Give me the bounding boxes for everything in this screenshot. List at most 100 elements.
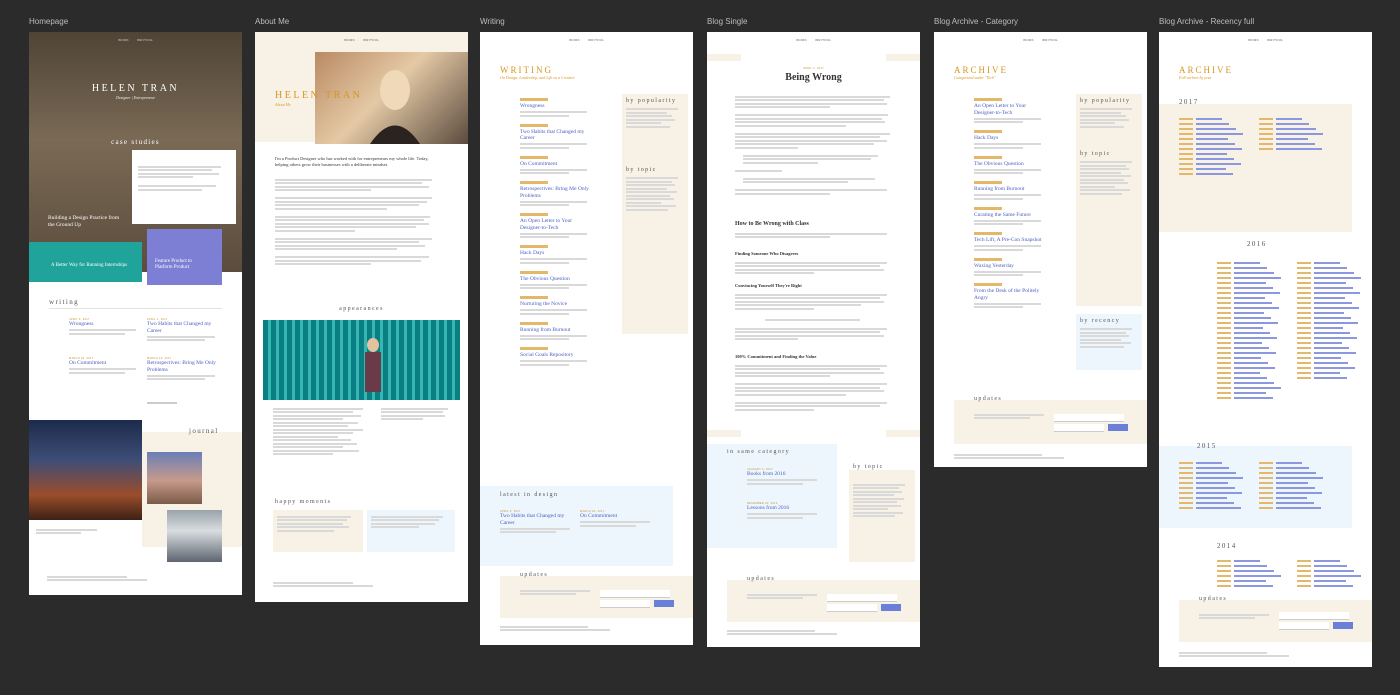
nav-work[interactable]: WORK	[1248, 38, 1259, 42]
same-category-heading: in same category	[727, 449, 791, 455]
post-item[interactable]: From the Desk of the Politely Angry	[974, 283, 1044, 308]
year-2015-list-left	[1179, 460, 1249, 510]
archive-row[interactable]	[1297, 583, 1367, 588]
home-post-1[interactable]: APRIL 6, 2017 Wrongness	[69, 318, 139, 336]
post-date	[974, 257, 1002, 261]
case-studies-heading: case studies	[111, 138, 160, 146]
year-2016-list-right	[1297, 260, 1367, 380]
nav-writing[interactable]: WRITING	[815, 38, 831, 42]
post-title: Curating the Same Future	[974, 211, 1031, 218]
home-post-2[interactable]: APRIL 1, 2017 Two Habits that Changed my …	[147, 318, 219, 343]
related-post-2[interactable]: DECEMBER 29, 2016 Lessons from 2016	[747, 502, 817, 520]
post-item[interactable]: Retrospectives: Bring Me Only Problems	[520, 181, 590, 206]
nav-work[interactable]: WORK	[344, 38, 355, 42]
nav-work[interactable]: WORK	[118, 38, 129, 42]
nav-writing[interactable]: WRITING	[137, 38, 153, 42]
archive-row[interactable]	[1297, 375, 1367, 380]
post-item[interactable]: Tech Lift, A Pre-Con Snapshot	[974, 232, 1044, 251]
name-field[interactable]	[600, 600, 650, 608]
label-homepage: Homepage	[29, 17, 69, 26]
email-field[interactable]	[1054, 414, 1124, 422]
nav-work[interactable]: WORK	[1023, 38, 1034, 42]
view-all-link[interactable]	[147, 402, 177, 404]
nav-writing[interactable]: WRITING	[1042, 38, 1058, 42]
topic-heading: by topic	[626, 167, 657, 173]
case-study-image-3[interactable]: Feature Product to Platform Product	[147, 229, 222, 285]
post-item[interactable]: Curating the Same Future	[974, 206, 1044, 225]
next-post-bottom[interactable]	[886, 430, 920, 437]
name-field[interactable]	[827, 604, 877, 612]
nav-work[interactable]: WORK	[569, 38, 580, 42]
post-item[interactable]: An Open Letter to Your Designer-to-Tech	[974, 98, 1044, 123]
latest-post-2[interactable]: MARCH 24, 2017 On Commitment	[580, 510, 650, 528]
name-field[interactable]	[1054, 424, 1104, 432]
post-item[interactable]: Wrongness	[520, 98, 590, 117]
updates-heading: updates	[520, 572, 549, 578]
archive-row[interactable]	[1259, 146, 1329, 151]
post-item[interactable]: Hack Days	[520, 245, 590, 264]
year-2017-section: 2017	[1159, 98, 1352, 232]
writing-subtitle: On Design, Leadership, and Life as a Cre…	[500, 75, 575, 80]
top-nav: WORK WRITING	[29, 38, 242, 42]
post-item[interactable]: On Commitment	[520, 155, 590, 174]
post-date	[974, 98, 1002, 101]
journal-photo-1[interactable]	[29, 420, 142, 520]
post-item[interactable]: Social Goals Repository	[520, 347, 590, 366]
post-item[interactable]: Nurturing the Novice	[520, 296, 590, 315]
subscribe-button[interactable]	[1108, 424, 1128, 431]
post-item[interactable]: Waxing Yesterday	[974, 257, 1044, 276]
post-item[interactable]: An Open Letter to Your Designer-to-Tech	[520, 213, 590, 238]
post-date	[520, 321, 548, 325]
archive-row[interactable]	[1179, 505, 1249, 510]
case-study-image-2[interactable]: A Better Way for Running Internships	[29, 242, 142, 282]
post-item[interactable]: Hack Days	[974, 130, 1044, 149]
post-title: Running from Burnout	[520, 326, 571, 333]
nav-writing[interactable]: WRITING	[1267, 38, 1283, 42]
post-item[interactable]: Running from Burnout	[974, 181, 1044, 200]
about-intro: I'm a Product Designer who has worked wi…	[275, 156, 429, 167]
latest-heading: latest in design	[500, 492, 559, 498]
prev-post-bottom[interactable]	[707, 430, 741, 437]
label-category: Blog Archive - Category	[934, 17, 1019, 26]
archive-row[interactable]	[1179, 171, 1249, 176]
post-item[interactable]: The Obvious Question	[974, 155, 1044, 174]
post-title: An Open Letter to Your Designer-to-Tech	[974, 103, 1027, 116]
journal-photo-3[interactable]	[167, 510, 222, 562]
archive-row[interactable]	[1259, 505, 1329, 510]
journal-photo-2[interactable]	[147, 452, 202, 504]
latest-post-1[interactable]: APRIL 6, 2017 Two Habits that Changed my …	[500, 510, 570, 535]
nav-work[interactable]: WORK	[796, 38, 807, 42]
single-topic-sidebar: by topic	[849, 464, 915, 562]
updates-box: updates	[727, 576, 920, 622]
post-title: Social Goals Repository	[520, 352, 574, 358]
post-date	[520, 213, 548, 216]
subscribe-button[interactable]	[881, 604, 901, 611]
footer	[47, 574, 147, 583]
heading-commitment: 100% Commitment and Finding the Value	[735, 354, 817, 359]
home-post-4[interactable]: MARCH 13, 2017 Retrospectives: Bring Me O…	[147, 357, 219, 382]
label-blog-single: Blog Single	[707, 17, 748, 26]
name-field[interactable]	[1279, 622, 1329, 630]
case-study-image-1[interactable]: Building a Design Practice from the Grou…	[42, 150, 132, 236]
email-field[interactable]	[827, 594, 897, 602]
home-post-3[interactable]: MARCH 24, 2017 On Commitment	[69, 357, 139, 375]
subscribe-button[interactable]	[1333, 622, 1353, 629]
email-field[interactable]	[600, 590, 670, 598]
subscribe-button[interactable]	[654, 600, 674, 607]
related-post-1[interactable]: JANUARY 3, 2017 Books from 2016	[747, 468, 817, 486]
post-title: Retrospectives: Bring Me Only Problems	[520, 186, 589, 199]
label-about: About Me	[255, 17, 290, 26]
nav-writing[interactable]: WRITING	[588, 38, 604, 42]
archive-row[interactable]	[1217, 395, 1287, 400]
latest-in-design: latest in design APRIL 6, 2017 Two Habits…	[480, 486, 673, 566]
nav-writing[interactable]: WRITING	[363, 38, 379, 42]
post-item[interactable]: The Obvious Question	[520, 270, 590, 289]
email-field[interactable]	[1279, 612, 1349, 620]
year-2016-list-left	[1217, 260, 1287, 400]
archive-row[interactable]	[1217, 583, 1287, 588]
blog-single-board: WORK WRITING APRIL 6, 2017 Being Wrong Ho…	[707, 32, 920, 647]
post-title: Waxing Yesterday	[974, 262, 1014, 269]
post-item[interactable]: Two Habits that Changed my Career	[520, 123, 590, 149]
post-item[interactable]: Running from Burnout	[520, 321, 590, 340]
case-study-1-title: Building a Design Practice from the Grou…	[48, 215, 120, 228]
